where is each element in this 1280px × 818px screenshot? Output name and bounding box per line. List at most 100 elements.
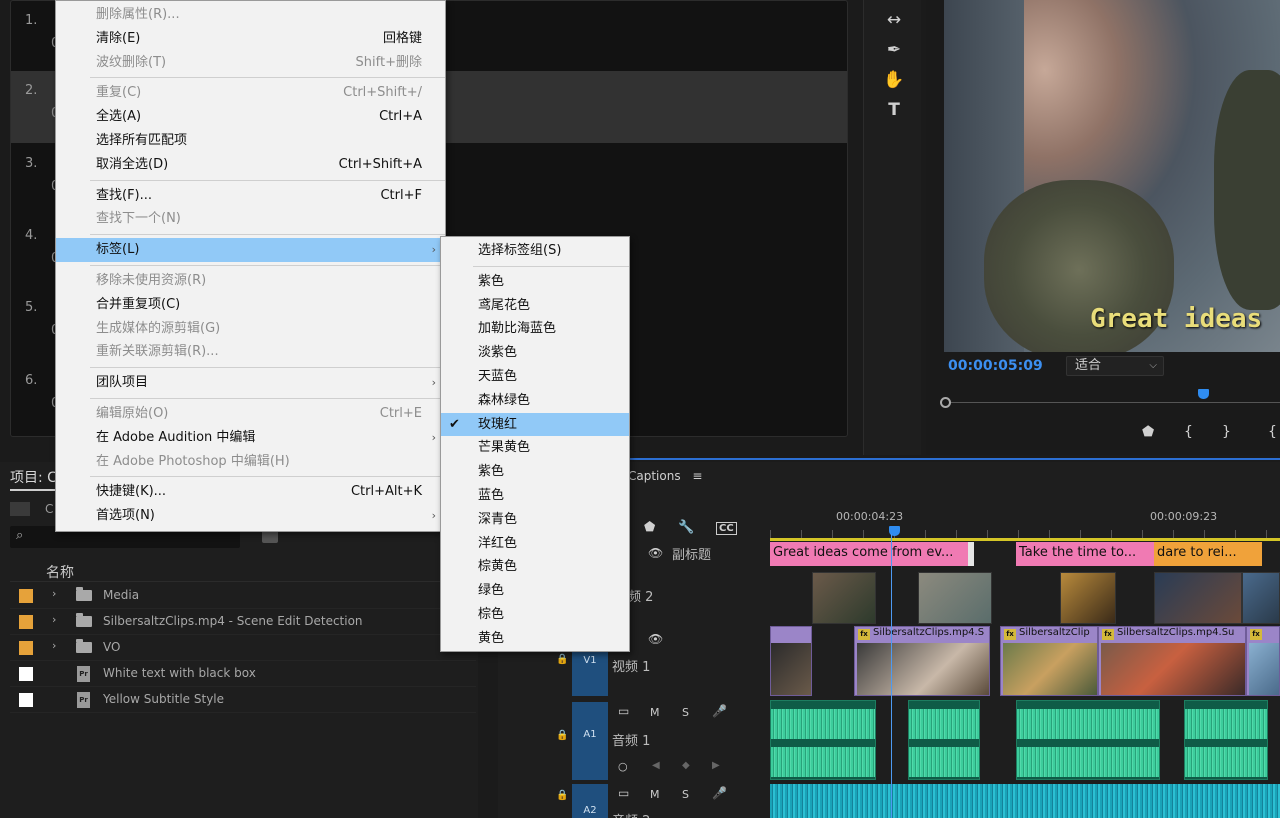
timeline-tab[interactable]: Captions ≡: [628, 469, 702, 483]
mute-button[interactable]: M: [650, 788, 660, 801]
audio-clip[interactable]: [770, 784, 1280, 818]
label-color-item[interactable]: 森林绿色: [441, 389, 629, 413]
caption-clip[interactable]: Great ideas come from ev...: [770, 542, 968, 566]
label-color-item[interactable]: 加勒比海蓝色: [441, 317, 629, 341]
lock-icon[interactable]: 🔒: [556, 790, 568, 801]
expand-chevron-icon[interactable]: ›: [52, 613, 56, 626]
caption-clip[interactable]: Take the time to...: [1016, 542, 1154, 566]
project-item-media[interactable]: › Media: [10, 583, 476, 609]
audio-clip[interactable]: [770, 700, 876, 780]
select-label-group-item[interactable]: 选择标签组(S): [441, 239, 629, 263]
timeline-ruler[interactable]: 00:00:04:23 00:00:09:23: [770, 502, 1280, 542]
menu-item[interactable]: 在 Adobe Audition 中编辑 ›: [56, 426, 445, 450]
video-thumbnail[interactable]: [918, 572, 992, 624]
expand-chevron-icon[interactable]: ›: [52, 587, 56, 600]
lock-icon[interactable]: 🔒: [556, 730, 568, 741]
audio-clip[interactable]: [908, 700, 980, 780]
add-marker-icon[interactable]: ⬟: [1142, 424, 1154, 440]
video-clip[interactable]: [770, 626, 812, 696]
menu-item[interactable]: 选择所有匹配项: [56, 129, 445, 153]
mute-button[interactable]: M: [650, 706, 660, 719]
video-thumbnail[interactable]: [1154, 572, 1242, 624]
menu-item[interactable]: 首选项(N) ›: [56, 504, 445, 528]
label-swatch[interactable]: [19, 589, 33, 603]
video-clip[interactable]: fx: [1246, 626, 1280, 696]
menu-item[interactable]: 快捷键(K)... Ctrl+Alt+K: [56, 480, 445, 504]
video-clip[interactable]: fx SilbersaltzClips.mp4.Su: [1098, 626, 1246, 696]
eye-icon[interactable]: 👁: [648, 632, 663, 646]
a2-target-toggle[interactable]: A2: [572, 784, 608, 818]
monitor-playhead[interactable]: [1198, 389, 1209, 399]
menu-item[interactable]: 查找(F)... Ctrl+F: [56, 184, 445, 208]
mark-in-icon[interactable]: {: [1184, 424, 1193, 440]
label-color-item[interactable]: 绿色: [441, 579, 629, 603]
hand-tool-icon[interactable]: ✋: [882, 68, 906, 92]
add-keyframe-icon[interactable]: ◆: [682, 760, 690, 771]
pen-tool-icon[interactable]: ✒: [882, 38, 906, 62]
captions-cc-icon[interactable]: CC: [716, 522, 737, 535]
keyframe-icon[interactable]: ○: [618, 760, 628, 773]
microphone-icon[interactable]: 🎤: [712, 704, 727, 718]
project-item-vo[interactable]: › VO: [10, 635, 476, 661]
menu-item[interactable]: 清除(E) 回格键: [56, 27, 445, 51]
label-swatch[interactable]: [19, 667, 33, 681]
monitor-scrubber[interactable]: [940, 389, 1280, 416]
prev-keyframe-icon[interactable]: ◀: [652, 760, 660, 771]
marker-tool-icon[interactable]: ⬟: [644, 520, 655, 535]
eye-icon[interactable]: 👁: [648, 546, 663, 560]
label-color-item[interactable]: 黄色: [441, 627, 629, 651]
a1-target-toggle[interactable]: A1: [572, 702, 608, 780]
project-item-white-text[interactable]: Pr White text with black box: [10, 661, 476, 687]
audio-clip[interactable]: [1016, 700, 1160, 780]
menu-item[interactable]: 取消全选(D) Ctrl+Shift+A: [56, 153, 445, 177]
caption-clip[interactable]: dare to rei...: [1154, 542, 1262, 566]
label-color-item[interactable]: 棕黄色: [441, 555, 629, 579]
label-color-item[interactable]: 鸢尾花色: [441, 294, 629, 318]
label-color-item[interactable]: 蓝色: [441, 484, 629, 508]
project-item-yellow-subtitle[interactable]: Pr Yellow Subtitle Style: [10, 687, 476, 713]
project-tab[interactable]: 项目: C: [10, 467, 57, 487]
menu-item[interactable]: 合并重复项(C): [56, 293, 445, 317]
playhead-timecode[interactable]: 00:00:05:09: [948, 358, 1043, 374]
label-color-item[interactable]: 洋红色: [441, 532, 629, 556]
zoom-fit-select[interactable]: 适合 ⌵: [1066, 356, 1164, 376]
label-color-item[interactable]: 深青色: [441, 508, 629, 532]
video-clip[interactable]: fx SilbersaltzClip: [1000, 626, 1098, 696]
label-color-item[interactable]: 棕色: [441, 603, 629, 627]
menu-item[interactable]: 全选(A) Ctrl+A: [56, 105, 445, 129]
label-color-item[interactable]: 紫色: [441, 270, 629, 294]
label-color-item[interactable]: 淡紫色: [441, 341, 629, 365]
video-thumbnail[interactable]: [1060, 572, 1116, 624]
go-to-in-icon[interactable]: {: [1268, 424, 1277, 440]
expand-chevron-icon[interactable]: ›: [52, 639, 56, 652]
lock-icon[interactable]: 🔒: [556, 654, 568, 665]
video-thumbnail[interactable]: [812, 572, 876, 624]
video-thumbnail[interactable]: [1242, 572, 1280, 624]
label-color-item[interactable]: 芒果黄色: [441, 436, 629, 460]
voice-over-record-icon[interactable]: ▭: [618, 786, 629, 800]
type-tool-icon[interactable]: T: [882, 98, 906, 122]
label-color-item[interactable]: ✔ 玫瑰红: [441, 412, 629, 437]
mark-out-icon[interactable]: }: [1222, 424, 1231, 440]
next-keyframe-icon[interactable]: ▶: [712, 760, 720, 771]
solo-button[interactable]: S: [682, 706, 689, 719]
label-swatch[interactable]: [19, 693, 33, 707]
solo-button[interactable]: S: [682, 788, 689, 801]
voice-over-record-icon[interactable]: ▭: [618, 704, 629, 718]
wrench-icon[interactable]: 🔧: [678, 520, 694, 535]
bin-icon[interactable]: [10, 502, 30, 516]
label-color-item[interactable]: 天蓝色: [441, 365, 629, 389]
label-swatch[interactable]: [19, 641, 33, 655]
work-area-bar[interactable]: [770, 538, 1280, 541]
scrubber-start-handle[interactable]: [940, 397, 951, 408]
microphone-icon[interactable]: 🎤: [712, 786, 727, 800]
column-header-name[interactable]: 名称: [10, 562, 476, 582]
audio-clip[interactable]: [1184, 700, 1268, 780]
menu-item[interactable]: 团队项目 ›: [56, 371, 445, 395]
panel-menu-icon[interactable]: ≡: [692, 469, 702, 483]
video-clip[interactable]: fx SilbersaltzClips.mp4.S: [854, 626, 990, 696]
menu-item[interactable]: 标签(L) ›: [56, 238, 445, 262]
slip-tool-icon[interactable]: ↔: [882, 8, 906, 32]
label-swatch[interactable]: [19, 615, 33, 629]
label-color-item[interactable]: 紫色: [441, 460, 629, 484]
